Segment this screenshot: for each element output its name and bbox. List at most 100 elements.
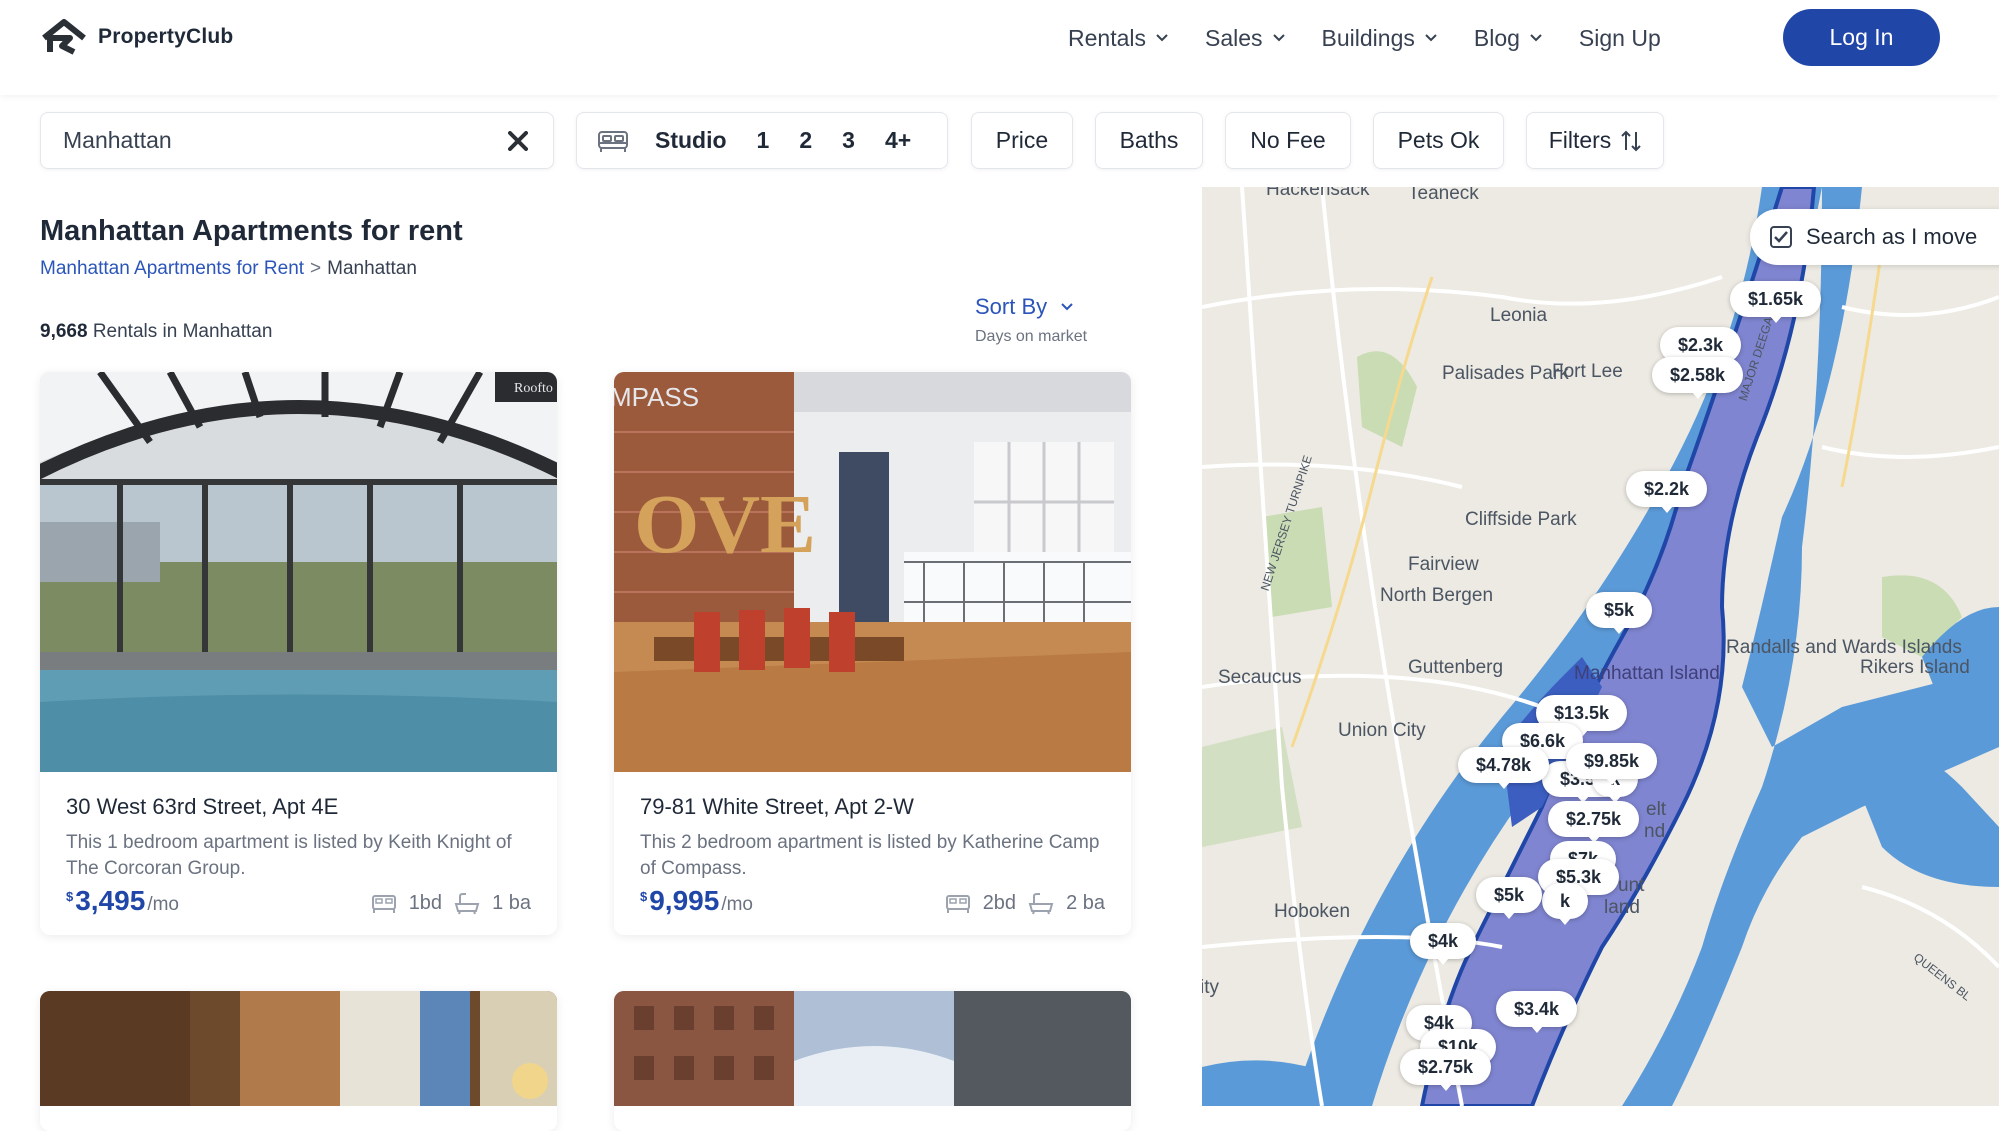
- listing-description: This 2 bedroom apartment is listed by Ka…: [640, 832, 1100, 879]
- place-label: Randalls and Wards Islands: [1726, 637, 1962, 659]
- page-title: Manhattan Apartments for rent: [40, 215, 463, 247]
- listing-photo[interactable]: Roofto: [40, 372, 557, 772]
- search-as-move-label: Search as I move: [1806, 224, 1978, 249]
- chevron-down-icon: [1156, 34, 1168, 42]
- search-as-i-move-toggle[interactable]: Search as I move: [1750, 209, 1999, 265]
- no-fee-filter-label: No Fee: [1250, 127, 1326, 153]
- search-value: Manhattan: [63, 127, 172, 153]
- photo-tag: Roofto: [514, 381, 553, 396]
- nav-rentals-label: Rentals: [1068, 24, 1146, 51]
- place-label: Guttenberg: [1408, 657, 1504, 678]
- sort-value: Days on market: [975, 328, 1088, 345]
- listings-map[interactable]: Hackensack Teaneck Leonia Palisades Park…: [1202, 187, 1999, 1106]
- price-pin[interactable]: $2.58k: [1652, 357, 1744, 399]
- logo[interactable]: PropertyClub: [40, 18, 233, 56]
- photo-tag: MPASS: [614, 382, 699, 412]
- nav-blog-label: Blog: [1473, 24, 1520, 51]
- price-pin[interactable]: k: [1542, 883, 1589, 925]
- chevron-down-icon: [1530, 34, 1542, 42]
- price-pin[interactable]: $9.85k: [1566, 743, 1658, 785]
- brand-name: PropertyClub: [98, 25, 234, 48]
- price-pin[interactable]: $4.78k: [1458, 747, 1550, 789]
- place-label: Fairview: [1408, 554, 1479, 575]
- bed-option-2[interactable]: 2: [799, 127, 812, 154]
- place-label: North Bergen: [1380, 585, 1494, 606]
- price-pin[interactable]: $5k: [1476, 877, 1543, 919]
- listing-price: $ 3,495 /mo: [66, 885, 179, 917]
- place-label: Manhattan Island: [1574, 663, 1720, 684]
- chevron-down-icon: [1425, 34, 1437, 42]
- bed-option-4-plus[interactable]: 4+: [885, 127, 911, 154]
- no-fee-filter-button[interactable]: No Fee: [1225, 112, 1351, 169]
- listing-specs: 1bd 1 ba: [371, 892, 531, 915]
- logo-icon: [42, 19, 86, 55]
- listing-address[interactable]: 30 West 63rd Street, Apt 4E: [66, 794, 531, 820]
- place-label: elt: [1646, 799, 1667, 820]
- price-pin[interactable]: $2.75k: [1400, 1049, 1492, 1091]
- place-label: Cliffside Park: [1465, 509, 1577, 530]
- pets-ok-filter-label: Pets Ok: [1397, 127, 1480, 153]
- breadcrumb-separator: >: [310, 258, 322, 279]
- price-pin[interactable]: $1.65k: [1730, 281, 1822, 323]
- login-button[interactable]: Log In: [1783, 9, 1940, 66]
- place-label: Union City: [1338, 720, 1426, 741]
- bed-option-studio[interactable]: Studio: [655, 127, 727, 154]
- nav-sales[interactable]: Sales: [1205, 22, 1285, 54]
- listing-description: This 1 bedroom apartment is listed by Ke…: [66, 832, 512, 879]
- more-filters-label: Filters: [1548, 127, 1612, 153]
- more-filters-button[interactable]: Filters: [1526, 112, 1664, 169]
- listing-price: $ 9,995 /mo: [640, 885, 753, 917]
- place-label: land: [1604, 897, 1640, 918]
- nav-rentals[interactable]: Rentals: [1068, 22, 1168, 54]
- place-label: Fort Lee: [1552, 361, 1623, 382]
- main-nav: Rentals Sales Buildings Blog Sign Up: [1068, 22, 1661, 54]
- bed-option-3[interactable]: 3: [842, 127, 855, 154]
- bed-option-1[interactable]: 1: [757, 127, 770, 154]
- price-pin[interactable]: $3.4k: [1496, 991, 1578, 1033]
- price-pin[interactable]: $4k: [1410, 923, 1477, 965]
- results-count-number: 9,668: [40, 321, 88, 342]
- listing-card[interactable]: Roofto 30 West 63rd Street, Apt 4E This …: [40, 372, 557, 935]
- price-unit: /mo: [147, 894, 179, 915]
- listing-address[interactable]: 79-81 White Street, Apt 2-W: [640, 794, 1105, 820]
- listing-card[interactable]: OVE MPASS 79-81 White Street, Apt 2-W Th…: [614, 372, 1131, 935]
- nav-buildings-label: Buildings: [1321, 24, 1415, 51]
- listing-photo[interactable]: OVE MPASS: [614, 372, 1131, 772]
- pets-ok-filter-button[interactable]: Pets Ok: [1373, 112, 1504, 169]
- nav-blog[interactable]: Blog: [1474, 22, 1542, 54]
- sort-dropdown[interactable]: Sort By Days on market: [975, 294, 1087, 346]
- place-label: ity: [1202, 977, 1219, 998]
- breadcrumb: Manhattan Apartments for Rent > Manhatta…: [40, 258, 417, 280]
- nav-buildings[interactable]: Buildings: [1322, 22, 1437, 54]
- listing-card[interactable]: [614, 991, 1131, 1131]
- bed-icon: [598, 130, 628, 152]
- location-search-input[interactable]: Manhattan: [40, 112, 554, 169]
- price-filter-button[interactable]: Price: [971, 112, 1073, 169]
- bath-icon: [454, 892, 480, 914]
- price-pin[interactable]: $2.2k: [1626, 471, 1708, 513]
- pool-photo-image: Roofto: [40, 372, 557, 772]
- nav-sign-up[interactable]: Sign Up: [1579, 22, 1661, 54]
- baths-filter-button[interactable]: Baths: [1095, 112, 1203, 169]
- close-icon: [508, 130, 528, 151]
- price-pin[interactable]: $5k: [1586, 592, 1653, 634]
- listing-card[interactable]: [40, 991, 557, 1131]
- place-label: unt: [1618, 875, 1645, 896]
- bath-count: 2 ba: [1066, 892, 1105, 914]
- listing-photo[interactable]: [40, 991, 557, 1106]
- price-pin[interactable]: $2.75k: [1548, 801, 1640, 843]
- breadcrumb-link[interactable]: Manhattan Apartments for Rent: [40, 258, 304, 280]
- price-value: 3,495: [75, 885, 146, 916]
- clear-search-button[interactable]: [505, 128, 531, 154]
- bath-count: 1 ba: [492, 892, 531, 914]
- nav-sales-label: Sales: [1204, 24, 1263, 51]
- nav-sign-up-label: Sign Up: [1578, 24, 1661, 51]
- search-as-move-checkbox[interactable]: [1770, 226, 1792, 248]
- listing-photo[interactable]: [614, 991, 1131, 1106]
- place-label: Rikers Island: [1860, 657, 1970, 678]
- place-label: Leonia: [1490, 305, 1548, 326]
- bath-icon: [1028, 892, 1054, 914]
- breadcrumb-current: Manhattan: [327, 258, 417, 279]
- price-filter-label: Price: [995, 127, 1049, 153]
- chevron-down-icon: [1061, 303, 1073, 311]
